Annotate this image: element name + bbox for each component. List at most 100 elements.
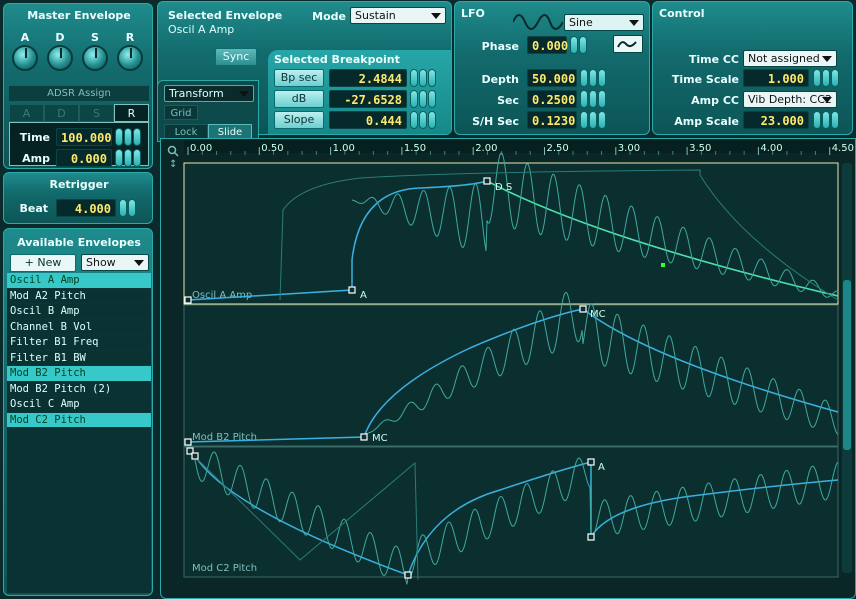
time-cc-label: Time CC bbox=[688, 53, 739, 66]
ruler-label: 0.00 bbox=[190, 143, 212, 154]
db-button[interactable]: dB bbox=[274, 90, 324, 108]
master-envelope-title: Master Envelope bbox=[27, 9, 131, 22]
bp-sec-button[interactable]: Bp sec bbox=[274, 69, 324, 87]
envelope-list-item[interactable]: Oscil A Amp bbox=[7, 273, 151, 289]
amp-spinner[interactable] bbox=[115, 149, 141, 167]
amp-scale-spinner[interactable] bbox=[813, 111, 839, 129]
breakpoint-handle[interactable] bbox=[404, 571, 412, 579]
new-envelope-button[interactable]: + New bbox=[10, 254, 76, 272]
waveform-icon bbox=[617, 41, 637, 48]
breakpoint-handle[interactable] bbox=[348, 286, 356, 294]
sec-label: Sec bbox=[497, 94, 519, 107]
marker-label: A bbox=[360, 290, 367, 301]
depth-value[interactable]: 50.000 bbox=[527, 69, 577, 87]
phase-value[interactable]: 0.000 bbox=[527, 36, 568, 54]
envelope-list-item[interactable]: Filter B1 BW bbox=[7, 351, 151, 366]
time-scale-spinner[interactable] bbox=[813, 69, 839, 87]
marker-label: A bbox=[598, 462, 605, 473]
tools-panel: Transform Grid Lock Slide bbox=[157, 80, 259, 142]
sync-button[interactable]: Sync bbox=[215, 48, 257, 66]
amp-cc-dropdown[interactable]: Vib Depth: CC2 bbox=[743, 91, 837, 108]
show-dropdown[interactable]: Show bbox=[81, 254, 149, 271]
sec-spinner[interactable] bbox=[580, 90, 606, 108]
available-envelopes-panel: Available Envelopes + New Show Oscil A A… bbox=[3, 228, 153, 596]
beat-value[interactable]: 4.000 bbox=[56, 199, 116, 217]
mode-dropdown[interactable]: Sustain bbox=[350, 7, 446, 24]
lfo-shape-button[interactable] bbox=[613, 35, 643, 53]
lock-button[interactable]: Lock bbox=[164, 124, 208, 139]
sh-sec-spinner[interactable] bbox=[580, 111, 606, 129]
sh-sec-label: S/H Sec bbox=[472, 115, 519, 128]
envelope-graph[interactable]: 0.00 0.50 1.00 1.50 2.00 2.50 3.00 3.50 4.00 4.50… bbox=[160, 138, 856, 599]
beat-spinner[interactable] bbox=[119, 199, 136, 217]
slope-spinner[interactable] bbox=[410, 111, 436, 129]
breakpoint-handle[interactable] bbox=[184, 438, 192, 446]
adsr-tab-s[interactable]: S bbox=[79, 104, 114, 122]
adsr-tab-r[interactable]: R bbox=[114, 104, 149, 122]
envelope-list-item[interactable]: Mod B2 Pitch (2) bbox=[7, 382, 151, 397]
envelope-lane[interactable] bbox=[183, 304, 839, 447]
bp-sec-spinner[interactable] bbox=[410, 69, 436, 87]
ruler-label: 1.50 bbox=[404, 143, 426, 154]
bp-sec-value[interactable]: 2.4844 bbox=[329, 69, 407, 87]
envelope-list-item[interactable]: Oscil C Amp bbox=[7, 397, 151, 413]
db-value[interactable]: -27.6528 bbox=[329, 90, 407, 108]
envelope-list-item[interactable]: Oscil B Amp bbox=[7, 304, 151, 320]
time-label: Time bbox=[19, 131, 50, 144]
envelope-list-item[interactable]: Mod B2 Pitch bbox=[7, 366, 151, 382]
phase-spinner[interactable] bbox=[570, 36, 587, 54]
ruler-label: 0.50 bbox=[261, 143, 283, 154]
amp-cc-label: Amp CC bbox=[691, 94, 739, 107]
retrigger-title: Retrigger bbox=[49, 178, 109, 191]
slide-button[interactable]: Slide bbox=[208, 124, 252, 139]
breakpoint-handle[interactable] bbox=[191, 452, 199, 460]
envelope-list-item[interactable]: Mod C2 Pitch bbox=[7, 412, 151, 428]
adsr-tab-a[interactable]: A bbox=[9, 104, 44, 122]
sine-wave-icon bbox=[513, 14, 563, 30]
breakpoint-handle[interactable] bbox=[587, 458, 595, 466]
time-spinner[interactable] bbox=[115, 128, 141, 146]
scrollbar-thumb[interactable] bbox=[843, 280, 851, 450]
envelope-list: Oscil A Amp Mod A2 Pitch Oscil B Amp Channe… bbox=[7, 273, 151, 593]
sh-sec-value[interactable]: 0.1230 bbox=[527, 111, 577, 129]
amp-value[interactable]: 0.000 bbox=[56, 149, 112, 167]
db-spinner[interactable] bbox=[410, 90, 436, 108]
master-envelope-panel: Master Envelope A D S R ADSR Assign A D … bbox=[3, 3, 153, 169]
ruler-label: 2.00 bbox=[475, 143, 497, 154]
ruler-label: 3.50 bbox=[689, 143, 711, 154]
time-cc-dropdown[interactable]: Not assigned bbox=[743, 50, 837, 67]
envelope-list-item[interactable]: Channel B Vol bbox=[7, 320, 151, 335]
slope-button[interactable]: Slope bbox=[274, 111, 324, 129]
amp-label: Amp bbox=[22, 152, 50, 165]
lfo-panel: LFO Sine Phase 0.000 Depth 50.000 Sec 0.… bbox=[454, 1, 650, 135]
depth-spinner[interactable] bbox=[580, 69, 606, 87]
slope-handle[interactable] bbox=[661, 263, 665, 267]
grid-button[interactable]: Grid bbox=[164, 105, 198, 120]
time-scale-value[interactable]: 1.000 bbox=[743, 69, 809, 87]
phase-label: Phase bbox=[481, 40, 519, 53]
breakpoint-handle[interactable] bbox=[360, 433, 368, 441]
breakpoint-handle[interactable] bbox=[579, 305, 587, 313]
time-value[interactable]: 100.000 bbox=[56, 128, 112, 146]
knob-r-label: R bbox=[125, 31, 135, 44]
knob-s-label: S bbox=[91, 31, 99, 44]
adsr-assign-label: ADSR Assign bbox=[9, 86, 149, 101]
amp-scale-value[interactable]: 23.000 bbox=[743, 111, 809, 129]
slope-value[interactable]: 0.444 bbox=[329, 111, 407, 129]
envelope-list-item[interactable]: Filter B1 Freq bbox=[7, 335, 151, 351]
decay-knob[interactable] bbox=[47, 45, 73, 71]
sec-value[interactable]: 0.2500 bbox=[527, 90, 577, 108]
adsr-tab-d[interactable]: D bbox=[44, 104, 79, 122]
breakpoint-handle[interactable] bbox=[483, 177, 491, 185]
breakpoint-handle[interactable] bbox=[184, 296, 192, 304]
attack-knob[interactable] bbox=[12, 45, 38, 71]
transform-dropdown[interactable]: Transform bbox=[164, 85, 254, 102]
selected-envelope-name: Oscil A Amp bbox=[168, 23, 235, 36]
envelope-list-item[interactable]: Mod A2 Pitch bbox=[7, 289, 151, 304]
ruler-label: 1.00 bbox=[333, 143, 355, 154]
envelope-lane[interactable] bbox=[183, 446, 839, 578]
sustain-knob[interactable] bbox=[82, 45, 108, 71]
lfo-wave-field[interactable]: Sine bbox=[564, 14, 644, 31]
breakpoint-handle[interactable] bbox=[587, 533, 595, 541]
release-knob[interactable] bbox=[117, 45, 143, 71]
